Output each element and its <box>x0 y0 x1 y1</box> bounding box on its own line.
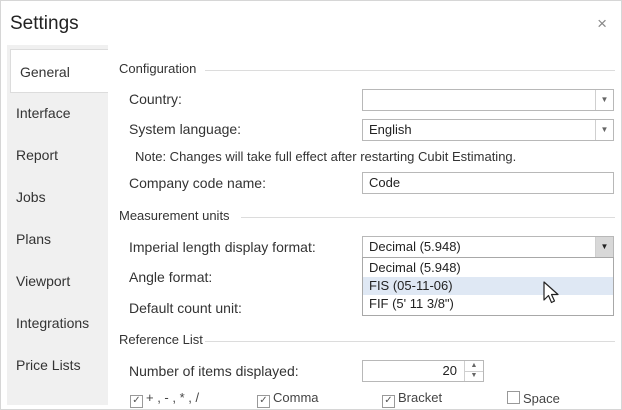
tab-viewport[interactable]: Viewport <box>7 259 108 303</box>
tab-general[interactable]: General <box>10 49 108 93</box>
items-displayed-label: Number of items displayed: <box>129 363 299 379</box>
title-bar: Settings × <box>1 1 621 45</box>
close-icon[interactable]: × <box>597 14 607 34</box>
configuration-divider <box>205 70 615 71</box>
checkbox-bracket[interactable]: ✓ Bracket <box>382 390 443 408</box>
chevron-down-icon[interactable]: ▼ <box>595 120 613 140</box>
checkbox-operators-label: + , - , * , / <box>146 390 200 405</box>
stepper-buttons: ▲ ▼ <box>464 361 483 381</box>
checkmark-icon: ✓ <box>130 395 143 408</box>
imperial-length-label: Imperial length display format: <box>129 239 316 255</box>
imperial-length-dropdown[interactable]: Decimal (5.948) ▼ <box>362 236 614 258</box>
tab-integrations[interactable]: Integrations <box>7 301 108 345</box>
configuration-section-header: Configuration <box>119 61 615 81</box>
country-dropdown[interactable]: ▼ <box>362 89 614 111</box>
window-title: Settings <box>10 13 79 34</box>
reference-divider <box>205 341 615 342</box>
decrement-icon[interactable]: ▼ <box>465 371 483 381</box>
tab-price-lists[interactable]: Price Lists <box>7 343 108 387</box>
company-code-label: Company code name: <box>129 175 266 191</box>
mouse-pointer-icon <box>543 281 559 304</box>
imperial-length-options-list: Decimal (5.948) FIS (05-11-06) FIF (5' 1… <box>362 257 614 316</box>
system-language-value: English <box>369 122 412 137</box>
tab-jobs[interactable]: Jobs <box>7 175 108 219</box>
checkbox-operators[interactable]: ✓ + , - , * , / <box>130 390 200 408</box>
checkmark-icon: ✓ <box>257 395 270 408</box>
measurement-divider <box>241 217 615 218</box>
unchecked-box-icon <box>507 391 520 404</box>
items-displayed-value: 20 <box>442 363 457 378</box>
tab-report[interactable]: Report <box>7 133 108 177</box>
checkbox-space[interactable]: Space <box>507 390 560 406</box>
imperial-length-value: Decimal (5.948) <box>369 239 461 254</box>
settings-sidebar: General Interface Report Jobs Plans View… <box>7 45 108 405</box>
option-decimal[interactable]: Decimal (5.948) <box>363 259 613 277</box>
checkbox-comma[interactable]: ✓ Comma <box>257 390 319 408</box>
reference-section-title: Reference List <box>119 332 203 347</box>
country-label: Country: <box>129 91 182 107</box>
tab-plans[interactable]: Plans <box>7 217 108 261</box>
items-displayed-stepper[interactable]: 20 ▲ ▼ <box>362 360 484 382</box>
checkmark-icon: ✓ <box>382 395 395 408</box>
chevron-down-icon[interactable]: ▼ <box>595 90 613 110</box>
checkbox-comma-label: Comma <box>273 390 319 405</box>
configuration-section-title: Configuration <box>119 61 197 76</box>
reference-section-header: Reference List <box>119 332 615 352</box>
angle-format-label: Angle format: <box>129 269 213 285</box>
tab-interface[interactable]: Interface <box>7 91 108 135</box>
chevron-down-icon[interactable]: ▼ <box>595 237 613 257</box>
restart-note: Note: Changes will take full effect afte… <box>135 149 517 164</box>
system-language-dropdown[interactable]: English ▼ <box>362 119 614 141</box>
checkbox-bracket-label: Bracket <box>398 390 443 405</box>
system-language-label: System language: <box>129 121 242 137</box>
company-code-input[interactable]: Code <box>362 172 614 194</box>
option-fis[interactable]: FIS (05-11-06) <box>363 277 613 295</box>
settings-window: Settings × General Interface Report Jobs… <box>0 0 622 410</box>
measurement-section-header: Measurement units <box>119 208 615 228</box>
default-count-unit-label: Default count unit: <box>129 300 242 316</box>
measurement-section-title: Measurement units <box>119 208 230 223</box>
checkbox-space-label: Space <box>523 391 560 406</box>
option-fif[interactable]: FIF (5' 11 3/8") <box>363 295 613 313</box>
